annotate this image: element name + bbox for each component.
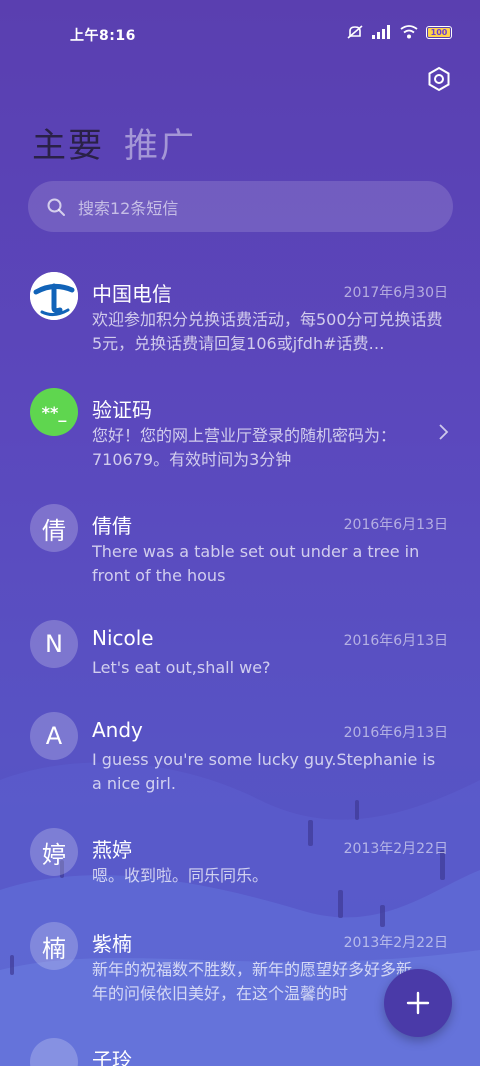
sender-name: 中国电信 [92, 282, 172, 306]
message-date: 2016年6月13日 [343, 633, 448, 649]
message-item[interactable]: 婷 燕婷 2013年2月22日 嗯。收到啦。同乐同乐。 [0, 828, 480, 904]
sender-name: 燕婷 [92, 838, 132, 862]
signal-icon [372, 25, 392, 39]
avatar: 婷 [30, 828, 78, 876]
avatar: N [30, 620, 78, 668]
avatar [30, 1038, 78, 1066]
message-preview: Let's eat out,shall we? [92, 658, 271, 677]
battery-icon: 100 [426, 25, 452, 39]
compose-button[interactable] [384, 969, 452, 1037]
settings-button[interactable] [426, 66, 452, 92]
search-icon [47, 198, 65, 216]
message-date: 2017年6月30日 [343, 285, 448, 301]
sender-name: Andy [92, 718, 143, 742]
wifi-icon [400, 25, 418, 39]
avatar [30, 272, 78, 320]
tab-main[interactable]: 主要 [32, 118, 104, 167]
message-preview: There was a table set out under a tree i… [92, 542, 420, 585]
status-bar: 上午8:16 100 [0, 0, 480, 66]
mute-alarm-icon [346, 24, 364, 40]
message-item[interactable]: 子玲 [0, 1038, 480, 1066]
message-item[interactable]: **_ 验证码 您好！您的网上营业厅登录的随机密码为：710679。有效时间为3… [0, 388, 480, 488]
sender-name: Nicole [92, 626, 154, 650]
avatar: 楠 [30, 922, 78, 970]
status-time: 上午8:16 [70, 28, 136, 44]
message-item[interactable]: 倩 倩倩 2016年6月13日 There was a table set ou… [0, 504, 480, 604]
sender-name: 验证码 [92, 398, 152, 422]
search-input[interactable]: 搜索12条短信 [28, 181, 453, 232]
settings-icon [428, 66, 450, 92]
message-date: 2016年6月13日 [343, 517, 448, 533]
message-preview: 嗯。收到啦。同乐同乐。 [92, 866, 269, 885]
chevron-right-icon[interactable] [438, 423, 450, 441]
message-date: 2013年2月22日 [343, 841, 448, 857]
sender-name: 倩倩 [92, 514, 132, 538]
sender-name: 紫楠 [92, 932, 132, 956]
message-item[interactable]: A Andy 2016年6月13日 I guess you're some lu… [0, 712, 480, 812]
sender-name: 子玲 [92, 1048, 132, 1066]
avatar: 倩 [30, 504, 78, 552]
plus-icon [406, 991, 430, 1015]
tab-bar: 主要 推广 [32, 118, 196, 167]
message-preview: 您好！您的网上营业厅登录的随机密码为：710679。有效时间为3分钟 [92, 426, 397, 469]
search-placeholder: 搜索12条短信 [78, 198, 179, 218]
message-preview: 欢迎参加积分兑换话费活动，每500分可兑换话费5元，兑换话费请回复106或jfd… [92, 310, 443, 353]
status-icons: 100 [346, 24, 452, 40]
avatar: **_ [30, 388, 78, 436]
message-item[interactable]: 中国电信 2017年6月30日 欢迎参加积分兑换话费活动，每500分可兑换话费5… [0, 272, 480, 372]
message-preview: I guess you're some lucky guy.Stephanie … [92, 750, 436, 793]
message-date: 2016年6月13日 [343, 725, 448, 741]
message-item[interactable]: N Nicole 2016年6月13日 Let's eat out,shall … [0, 620, 480, 696]
avatar: A [30, 712, 78, 760]
china-telecom-logo-icon [30, 272, 78, 320]
battery-level: 100 [430, 27, 448, 37]
tab-promotions[interactable]: 推广 [124, 118, 196, 167]
message-preview: 新年的祝福数不胜数，新年的愿望好多好多新年的问候依旧美好，在这个温馨的时 [92, 960, 412, 1003]
message-date: 2013年2月22日 [343, 935, 448, 951]
